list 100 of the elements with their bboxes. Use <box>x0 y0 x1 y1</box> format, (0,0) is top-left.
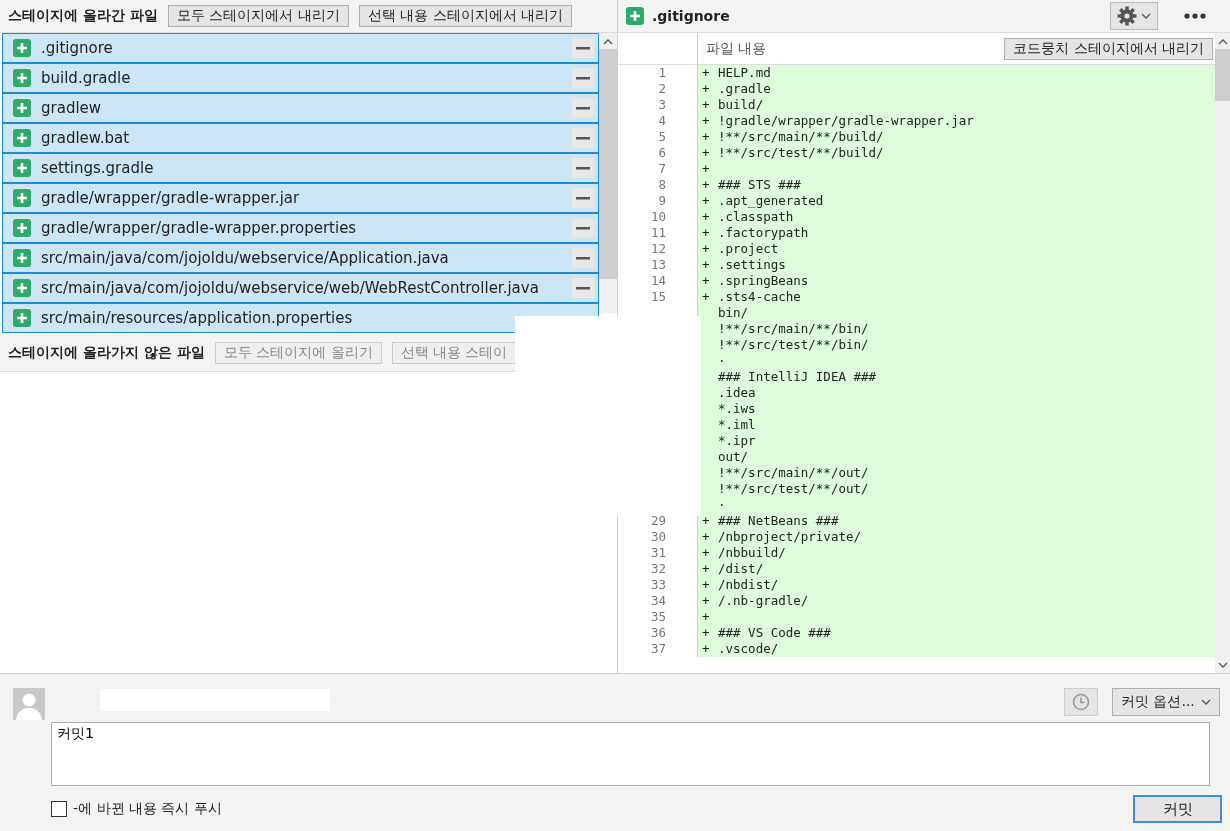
line-number: 1 <box>658 65 666 80</box>
code-text: !**/src/main/**/build/ <box>718 129 884 145</box>
commit-message-field[interactable]: 커밋1 <box>51 722 1210 786</box>
code-text: !**/src/main/**/bin/ <box>718 321 869 337</box>
diff-marker: + <box>702 113 710 128</box>
line-number: 3 <box>658 97 666 112</box>
file-title: .gitignore <box>652 8 731 24</box>
diff-marker: + <box>702 225 710 240</box>
unstage-hunk-button[interactable]: 코드뭉치 스테이지에서 내리기 <box>1004 37 1213 60</box>
added-file-icon <box>13 219 31 237</box>
clock-icon <box>1072 693 1090 711</box>
diff-marker: + <box>702 641 710 656</box>
file-name: gradle/wrapper/gradle-wrapper.jar <box>41 189 301 207</box>
file-name: .gitignore <box>41 39 114 57</box>
unstage-button[interactable]: 모두 스테이지에서 내리기 <box>167 5 349 27</box>
diff-marker: + <box>702 145 710 160</box>
code-text: /.nb-gradle/ <box>718 593 809 609</box>
file-row[interactable]: gradle/wrapper/gradle-wrapper.jar <box>2 183 599 213</box>
file-row[interactable]: gradlew <box>2 93 599 123</box>
line-number: 14 <box>650 273 666 288</box>
scroll-thumb[interactable] <box>599 49 617 279</box>
added-file-icon <box>626 7 644 25</box>
diff-marker: + <box>702 161 710 176</box>
settings-button[interactable] <box>1110 2 1158 30</box>
line-number: 9 <box>658 193 666 208</box>
added-file-icon <box>13 309 31 327</box>
code-text: HELP.md <box>718 65 771 81</box>
added-file-icon <box>13 39 31 57</box>
code-text: !**/src/test/**/build/ <box>718 145 884 161</box>
push-checkbox[interactable] <box>51 801 67 817</box>
diff-marker: + <box>702 609 710 624</box>
unstage-file-button[interactable] <box>572 248 594 268</box>
code-text: out/ <box>718 449 749 465</box>
code-text: · <box>718 353 726 369</box>
minus-icon <box>576 286 590 290</box>
unstage-button[interactable]: 선택 내용 스테이지에서 내리기 <box>358 5 572 27</box>
code-text: .gradle <box>718 81 771 97</box>
file-name: gradlew <box>41 99 103 117</box>
added-file-icon <box>13 129 31 147</box>
scrollbar[interactable] <box>1215 33 1230 673</box>
code-text: .vscode/ <box>718 641 779 657</box>
diff-marker: + <box>702 625 710 640</box>
diff-marker: + <box>702 577 710 592</box>
file-row[interactable]: settings.gradle <box>2 153 599 183</box>
file-name: src/main/java/com/jojoldu/webservice/Application.java <box>41 249 450 267</box>
unstage-file-button[interactable] <box>572 98 594 118</box>
line-number: 10 <box>650 209 666 224</box>
diff-marker: + <box>702 209 710 224</box>
file-name: gradle/wrapper/gradle-wrapper.properties <box>41 219 358 237</box>
diff-marker: + <box>702 81 710 96</box>
code-text: build/ <box>718 97 764 113</box>
commit-options-button[interactable]: 커밋 옵션... <box>1112 688 1220 716</box>
file-row[interactable]: .gitignore <box>2 33 599 63</box>
line-number: 8 <box>658 177 666 192</box>
file-row[interactable]: src/main/java/com/jojoldu/webservice/Application.java <box>2 243 599 273</box>
scrollbar[interactable] <box>599 33 617 313</box>
avatar-icon <box>13 688 45 720</box>
code-text: .idea <box>718 385 756 401</box>
more-icon[interactable] <box>1184 13 1206 19</box>
scroll-thumb[interactable] <box>1215 49 1230 101</box>
added-file-icon <box>13 279 31 297</box>
code-text: ### STS ### <box>718 177 801 193</box>
file-row[interactable]: src/main/java/com/jojoldu/webservice/web/WebRestController.java <box>2 273 599 303</box>
line-number: 12 <box>650 241 666 256</box>
diff-marker: + <box>702 65 710 80</box>
diff-marker: + <box>702 193 710 208</box>
unstage-file-button[interactable] <box>572 218 594 238</box>
file-row[interactable]: src/main/resources/application.properties <box>2 303 599 333</box>
unstage-file-button[interactable] <box>572 128 594 148</box>
line-number: 7 <box>658 161 666 176</box>
diff-marker: + <box>702 289 710 304</box>
scroll-up-icon[interactable] <box>1217 37 1228 45</box>
unstage-file-button[interactable] <box>572 188 594 208</box>
added-file-icon <box>13 69 31 87</box>
unstage-file-button[interactable] <box>572 158 594 178</box>
minus-icon <box>576 256 590 260</box>
unstage-file-button[interactable] <box>572 68 594 88</box>
line-number: 33 <box>650 577 666 592</box>
line-number: 2 <box>658 81 666 96</box>
file-name: src/main/resources/application.properties <box>41 309 354 327</box>
code-text: *.iml <box>718 417 756 433</box>
push-label: -에 바뀐 내용 즉시 푸시 <box>73 800 222 818</box>
file-row[interactable]: gradlew.bat <box>2 123 599 153</box>
file-row[interactable]: build.gradle <box>2 63 599 93</box>
section-title: 스테이지에 올라간 파일 <box>8 7 158 25</box>
added-file-icon <box>13 189 31 207</box>
diff-marker: + <box>702 177 710 192</box>
diff-marker: + <box>702 97 710 112</box>
diff-marker: + <box>702 545 710 560</box>
line-number: 37 <box>650 641 666 656</box>
line-number: 35 <box>650 609 666 624</box>
commit-button[interactable]: 커밋 <box>1133 795 1222 823</box>
scroll-down-icon[interactable] <box>1217 661 1228 669</box>
diff-marker: + <box>702 273 710 288</box>
minus-icon <box>576 226 590 230</box>
unstage-file-button[interactable] <box>572 278 594 298</box>
code-text: *.iws <box>718 401 756 417</box>
file-row[interactable]: gradle/wrapper/gradle-wrapper.properties <box>2 213 599 243</box>
unstage-file-button[interactable] <box>572 38 594 58</box>
scroll-up-icon[interactable] <box>603 37 613 45</box>
